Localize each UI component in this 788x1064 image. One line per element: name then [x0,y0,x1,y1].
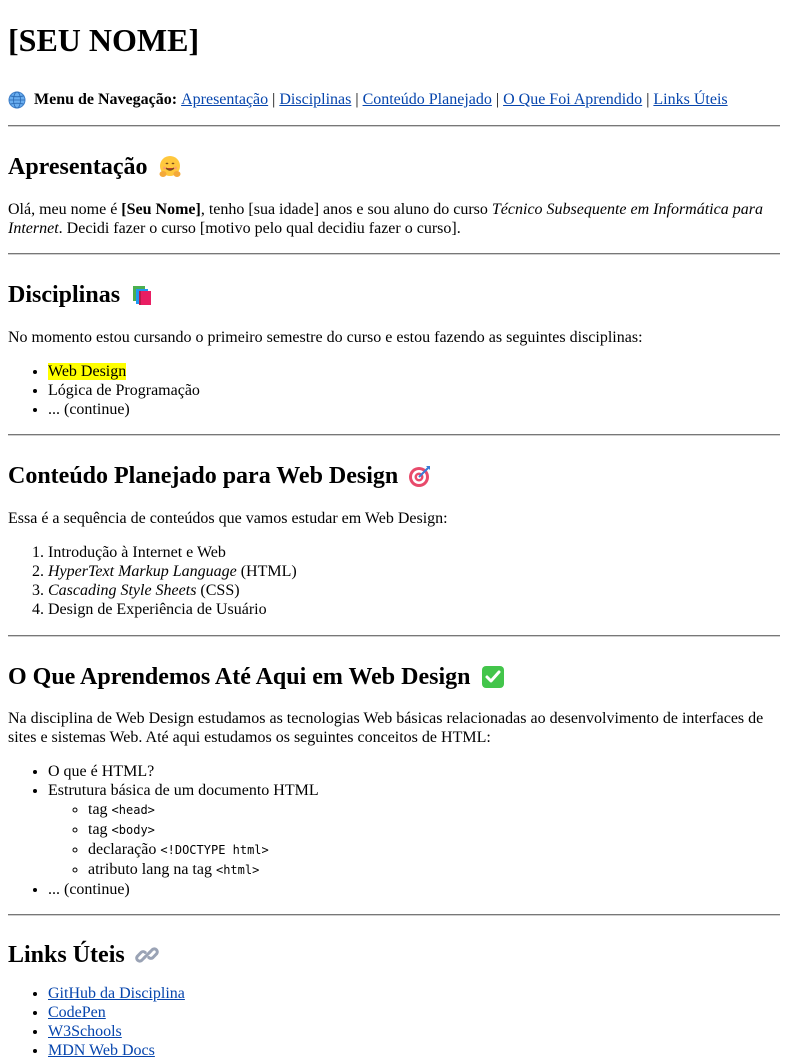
nav-label: Menu de Navegação: [34,91,178,108]
term-abbr: (HTML) [236,563,297,580]
link-github-disciplina[interactable]: GitHub da Disciplina [48,985,185,1002]
conteudo-list: Introdução à Internet e Web HyperText Ma… [8,543,780,619]
check-mark-icon [481,665,505,689]
nav-separator: | [355,91,359,108]
section-aprendido: O Que Aprendemos Até Aqui em Web Design … [8,663,780,899]
sub-list-item: tag <body> [88,820,780,840]
nav-separator: | [272,91,276,108]
list-item: ... (continue) [48,400,780,419]
nav-link-links-uteis[interactable]: Links Úteis [653,90,727,109]
section-title-text: Links Úteis [8,942,125,968]
conteudo-intro: Essa é a sequência de conteúdos que vamo… [8,510,448,527]
text-fragment: , tenho [sua idade] anos e sou aluno do … [200,201,492,218]
useful-links-list: GitHub da Disciplina CodePen W3Schools M… [8,984,780,1060]
sub-list-item: atributo lang na tag <html> [88,860,780,880]
hugging-face-icon [158,155,182,179]
sub-list-item: tag <head> [88,800,780,820]
globe-icon [8,91,26,109]
term-abbr: (CSS) [196,582,240,599]
aprendido-list: O que é HTML? Estrutura básica de um doc… [8,762,780,899]
list-item: Introdução à Internet e Web [48,543,780,562]
disciplinas-list: Web Design Lógica de Programação ... (co… [8,362,780,419]
section-title-links: Links Úteis [8,941,780,969]
text-fragment: . Decidi fazer o curso [motivo pelo qual… [58,220,461,237]
section-links-uteis: Links Úteis GitHub da Disciplina CodePen… [8,941,780,1060]
nav-separator: | [495,91,500,108]
list-item: GitHub da Disciplina [48,984,780,1003]
list-item: ... (continue) [48,880,780,899]
text-fragment: atributo lang na tag [88,861,216,878]
divider [8,253,780,255]
link-codepen[interactable]: CodePen [48,1004,106,1021]
term-italic: HyperText Markup Language [48,563,237,580]
list-item: Estrutura básica de um documento HTML ta… [48,781,780,880]
link-icon [134,943,159,967]
link-mdn-web-docs[interactable]: MDN Web Docs [48,1042,155,1059]
divider [8,914,780,916]
code-snippet: <head> [111,803,155,817]
section-title-aprendido: O Que Aprendemos Até Aqui em Web Design [8,663,780,691]
list-item: O que é HTML? [48,762,780,781]
divider [8,125,780,127]
list-item: CodePen [48,1003,780,1022]
target-icon [408,464,432,488]
nav-separator: | [646,91,650,108]
list-item: Lógica de Programação [48,381,780,400]
books-icon [130,283,154,307]
term-italic: Cascading Style Sheets [48,582,197,599]
section-title-text: Conteúdo Planejado para Web Design [8,463,399,489]
nav-link-o-que-foi-aprendido[interactable]: O Que Foi Aprendido [503,90,642,109]
nav-link-apresentacao[interactable]: Apresentação [181,90,268,109]
section-title-apresentacao: Apresentação [8,153,780,181]
text-fragment: tag [88,801,112,818]
list-item: Web Design [48,362,780,381]
list-item: MDN Web Docs [48,1041,780,1060]
divider [8,635,780,637]
section-disciplinas: Disciplinas No momento estou cursando o … [8,281,780,419]
list-item: HyperText Markup Language (HTML) [48,562,780,581]
link-w3schools[interactable]: W3Schools [48,1023,122,1040]
code-snippet: <html> [215,863,260,877]
apresentacao-paragraph: Olá, meu nome é [Seu Nome], tenho [sua i… [8,200,780,238]
list-item-text: Estrutura básica de um documento HTML [48,782,319,799]
page: [SEU NOME] Menu de Navegação: Apresentaç… [0,0,788,1060]
list-item: Design de Experiência de Usuário [48,600,780,619]
section-title-text: O Que Aprendemos Até Aqui em Web Design [8,664,471,690]
section-title-text: Disciplinas [8,282,121,308]
list-item: Cascading Style Sheets (CSS) [48,581,780,600]
sub-list-item: declaração <!DOCTYPE html> [88,840,780,860]
code-snippet: <body> [111,823,155,837]
highlighted-subject: Web Design [48,363,127,380]
section-title-disciplinas: Disciplinas [8,281,780,309]
text-fragment: declaração [88,841,161,858]
text-fragment: tag [88,821,112,838]
section-apresentacao: Apresentação Olá, meu nome é [Seu Nome],… [8,153,780,238]
aprendido-intro: Na disciplina de Web Design estudamos as… [8,710,764,746]
section-title-text: Apresentação [8,154,148,180]
section-conteudo-planejado: Conteúdo Planejado para Web Design Essa … [8,462,780,619]
code-snippet: <!DOCTYPE html> [160,843,269,857]
list-item: W3Schools [48,1022,780,1041]
section-title-conteudo: Conteúdo Planejado para Web Design [8,462,780,490]
html-concepts-sublist: tag <head> tag <body> declaração <!DOCTY… [48,800,780,880]
student-name: [Seu Nome] [121,201,201,218]
nav-link-conteudo-planejado[interactable]: Conteúdo Planejado [363,90,492,109]
navigation-menu: Menu de Navegação: Apresentação | Discip… [8,90,780,109]
page-title: [SEU NOME] [8,22,200,58]
text-fragment: Olá, meu nome é [8,201,122,218]
nav-link-disciplinas[interactable]: Disciplinas [279,90,351,109]
divider [8,434,780,436]
disciplinas-intro: No momento estou cursando o primeiro sem… [8,329,643,346]
